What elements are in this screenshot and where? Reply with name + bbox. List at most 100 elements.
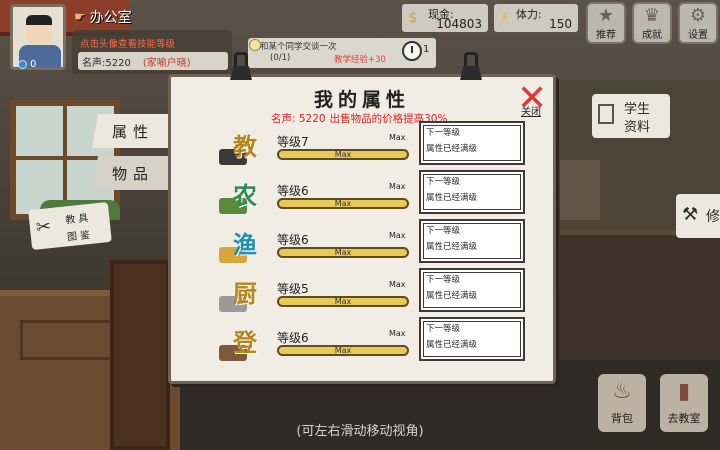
door-icon: ▮ (677, 379, 691, 404)
close-label: 关闭 (521, 107, 541, 118)
pin-icon (18, 59, 27, 69)
tab-attributes[interactable]: 属性 (92, 114, 168, 148)
quest-text: 和某个同学交谈一次 (260, 42, 337, 52)
quest-progress: (0/1) (270, 53, 291, 63)
next-level-title: 下一等级 (426, 324, 461, 334)
handbook-label-1: 教具 (64, 212, 92, 227)
next-level-desc: 属性已经满级 (426, 242, 478, 252)
repair-label: 修 (706, 209, 720, 225)
recommend-label: 推荐 (596, 30, 616, 41)
max-label: Max (389, 329, 406, 338)
tab-items[interactable]: 物品 (92, 156, 168, 190)
next-level-title: 下一等级 (426, 177, 461, 187)
swipe-hint: (可左右滑动移动视角) (296, 424, 424, 439)
teach-glyph: 教 (233, 133, 257, 161)
attribute-row-cook: 厨 等级5 Max Max 下一等级 属性已经满级 (217, 268, 527, 318)
quest-reward: 教学经验+30 (334, 55, 386, 65)
cook-glyph: 厨 (233, 280, 257, 308)
level-text: 等级6 (277, 184, 309, 198)
gold-value: 104803 (436, 17, 482, 31)
attribute-row-teach: 教 等级7 Max Max 下一等级 属性已经满级 (217, 121, 527, 171)
tools-icon: ✂ (34, 216, 53, 239)
stamina-label: 体力: (516, 8, 542, 21)
level-text: 等级6 (277, 331, 309, 345)
cook-icon: 厨 (219, 272, 269, 316)
modal-title: 我的属性 (313, 89, 410, 111)
hammer-icon: ⚒ (682, 204, 699, 225)
profile-hint: 点击头像查看技能等级 (80, 39, 176, 50)
next-level-desc: 属性已经满级 (426, 340, 478, 350)
achievement-label: 成就 (642, 30, 662, 41)
lightning-icon: ⚡ (500, 10, 510, 26)
max-label: Max (389, 182, 406, 191)
next-level-title: 下一等级 (426, 226, 461, 236)
farm-icon: 农 (219, 174, 269, 218)
farm-glyph: 农 (233, 182, 257, 210)
achievement-button[interactable]: ♛ 成就 (632, 2, 672, 44)
attribute-row-farm: 农 等级6 Max Max 下一等级 属性已经满级 (217, 170, 527, 220)
climb-icon: 登 (219, 321, 269, 365)
bag-icon: ♨ (612, 379, 632, 404)
notification-badge[interactable]: 0 (14, 56, 40, 72)
student-label-2: 资料 (624, 120, 651, 135)
next-level-desc: 属性已经满级 (426, 291, 478, 301)
next-level-desc: 属性已经满级 (426, 193, 478, 203)
timer-count: 1 (423, 44, 430, 55)
binder-clip-left (230, 52, 252, 82)
clock-icon[interactable] (402, 41, 422, 61)
repair-button[interactable]: ⚒ 修 (676, 194, 720, 238)
handbook-label-2: 图鉴 (66, 229, 94, 244)
level-bar: Max (277, 198, 409, 209)
cabinet (560, 230, 720, 380)
level-text: 等级7 (277, 135, 309, 149)
location-text: 办公室 (89, 10, 132, 26)
next-level-box: 下一等级 属性已经满级 (419, 219, 525, 263)
fish-glyph: 渔 (233, 231, 257, 259)
recommend-button[interactable]: ★ 推荐 (586, 2, 626, 44)
teach-icon: 教 (219, 125, 269, 169)
next-level-box: 下一等级 属性已经满级 (419, 170, 525, 214)
next-level-box: 下一等级 属性已经满级 (419, 268, 525, 312)
stamina-display: ⚡ 体力: 150 (494, 4, 578, 32)
fame-box: 名声:5220 (家喻户晓) (78, 52, 228, 70)
level-text: 等级6 (277, 233, 309, 247)
trophy-icon: ♛ (643, 5, 661, 26)
gear-icon: ⚙ (689, 5, 707, 26)
level-bar: Max (277, 247, 409, 258)
level-bar: Max (277, 296, 409, 307)
level-bar: Max (277, 149, 409, 160)
stamina-value: 150 (549, 17, 572, 31)
climb-glyph: 登 (233, 329, 257, 357)
attribute-row-fish: 渔 等级6 Max Max 下一等级 属性已经满级 (217, 219, 527, 269)
fish-icon: 渔 (219, 223, 269, 267)
next-level-title: 下一等级 (426, 275, 461, 285)
next-level-box: 下一等级 属性已经满级 (419, 317, 525, 361)
star-icon: ★ (597, 5, 615, 26)
attribute-row-climb: 登 等级6 Max Max 下一等级 属性已经满级 (217, 317, 527, 367)
max-label: Max (389, 133, 406, 142)
hand-icon: ☛ (74, 9, 86, 25)
binder-clip-right (460, 52, 482, 82)
fame-title: (家喻户晓) (142, 57, 191, 69)
attributes-modal: 我的属性 名声: 5220 出售物品的价格提高30% ✕ 关闭 教 等级7 Ma… (168, 74, 556, 384)
next-level-title: 下一等级 (426, 128, 461, 138)
modal-fame: 名声: 5220 (271, 113, 326, 125)
coin-icon: $ (408, 10, 418, 26)
settings-label: 设置 (688, 30, 708, 41)
level-bar: Max (277, 345, 409, 356)
document-icon (598, 104, 614, 124)
next-level-desc: 属性已经满级 (426, 144, 478, 154)
books (560, 160, 600, 220)
student-label-1: 学生 (624, 102, 651, 117)
gold-display: $ 现金: 104803 (402, 4, 488, 32)
student-info-button[interactable]: 学生 资料 (592, 94, 670, 138)
notification-count: 0 (30, 58, 37, 70)
handbook-button[interactable]: ✂ 教具 图鉴 (28, 201, 112, 251)
location-label: ☛ 办公室 (74, 6, 132, 28)
settings-button[interactable]: ⚙ 设置 (678, 2, 718, 44)
max-label: Max (389, 280, 406, 289)
next-level-box: 下一等级 属性已经满级 (419, 121, 525, 165)
max-label: Max (389, 231, 406, 240)
fame-value: 名声:5220 (82, 57, 131, 69)
close-button[interactable]: ✕ 关闭 (511, 81, 555, 119)
